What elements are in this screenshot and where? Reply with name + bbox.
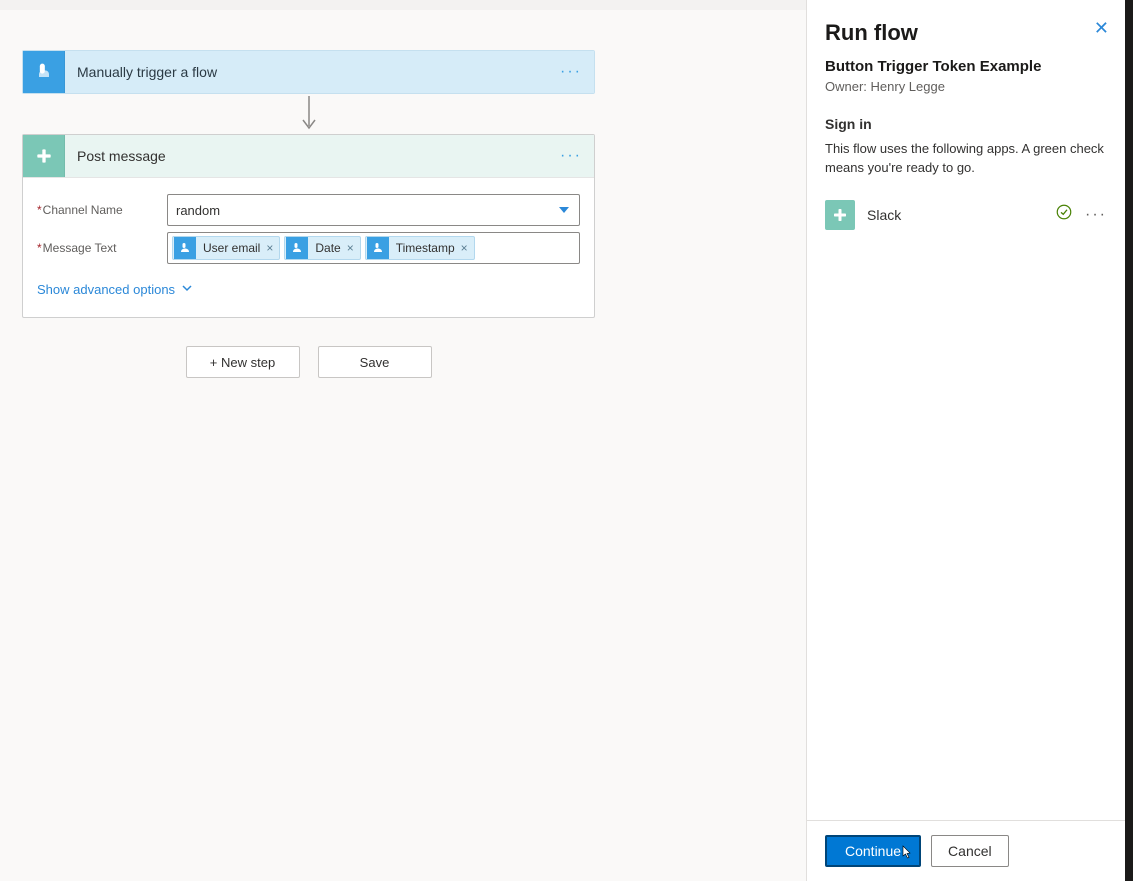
continue-button[interactable]: Continue — [825, 835, 921, 867]
action-card-post-message: Post message ··· *Channel Name random *M… — [22, 134, 595, 318]
action-card-body: *Channel Name random *Message Text Us — [23, 177, 594, 317]
trigger-title: Manually trigger a flow — [77, 64, 217, 80]
new-step-button[interactable]: + New step — [186, 346, 300, 378]
right-edge-strip — [1125, 0, 1133, 881]
trigger-card[interactable]: Manually trigger a flow ··· — [22, 50, 595, 94]
message-label: *Message Text — [37, 241, 167, 255]
connector-arrow — [22, 94, 595, 134]
slack-icon — [23, 135, 65, 177]
action-card-header[interactable]: Post message ··· — [23, 135, 594, 177]
check-circle-icon — [1055, 203, 1073, 226]
connection-name: Slack — [867, 207, 1043, 223]
token-timestamp[interactable]: Timestamp × — [365, 236, 475, 260]
connection-row-slack: Slack ··· — [825, 196, 1107, 234]
flow-designer-canvas: Manually trigger a flow ··· Post message… — [0, 0, 806, 881]
token-remove-icon[interactable]: × — [461, 241, 468, 255]
channel-select[interactable]: random — [167, 194, 580, 226]
button-trigger-icon — [23, 51, 65, 93]
slack-icon — [825, 200, 855, 230]
panel-body: Run flow Button Trigger Token Example Ow… — [807, 0, 1125, 820]
owner-line: Owner: Henry Legge — [825, 79, 1107, 94]
field-row-message: *Message Text User email × Date — [37, 232, 580, 264]
chevron-down-icon — [559, 207, 569, 213]
channel-value: random — [176, 203, 220, 218]
action-card-menu[interactable]: ··· — [560, 147, 582, 165]
token-user-email[interactable]: User email × — [172, 236, 280, 260]
field-row-channel: *Channel Name random — [37, 194, 580, 226]
message-token-input[interactable]: User email × Date × Timest — [167, 232, 580, 264]
close-icon[interactable]: ✕ — [1094, 18, 1109, 39]
panel-title: Run flow — [825, 20, 1107, 46]
show-advanced-options-link[interactable]: Show advanced options — [37, 282, 580, 297]
cancel-button[interactable]: Cancel — [931, 835, 1009, 867]
token-remove-icon[interactable]: × — [347, 241, 354, 255]
top-strip — [0, 0, 806, 10]
panel-footer: Continue Cancel — [807, 820, 1125, 881]
trigger-card-menu[interactable]: ··· — [560, 63, 582, 81]
signin-heading: Sign in — [825, 116, 1107, 132]
flow-name: Button Trigger Token Example — [825, 58, 1107, 75]
chevron-down-icon — [181, 282, 193, 297]
channel-label: *Channel Name — [37, 203, 167, 217]
save-button[interactable]: Save — [318, 346, 432, 378]
cursor-icon — [899, 845, 913, 864]
token-icon — [174, 237, 196, 259]
token-icon — [367, 237, 389, 259]
trigger-card-header: Manually trigger a flow ··· — [23, 51, 594, 93]
token-date[interactable]: Date × — [284, 236, 360, 260]
action-title: Post message — [77, 148, 166, 164]
connection-menu[interactable]: ··· — [1085, 206, 1107, 224]
signin-description: This flow uses the following apps. A gre… — [825, 140, 1107, 178]
run-flow-panel: ✕ Run flow Button Trigger Token Example … — [806, 0, 1125, 881]
canvas-action-row: + New step Save — [22, 346, 595, 378]
token-remove-icon[interactable]: × — [266, 241, 273, 255]
token-icon — [286, 237, 308, 259]
